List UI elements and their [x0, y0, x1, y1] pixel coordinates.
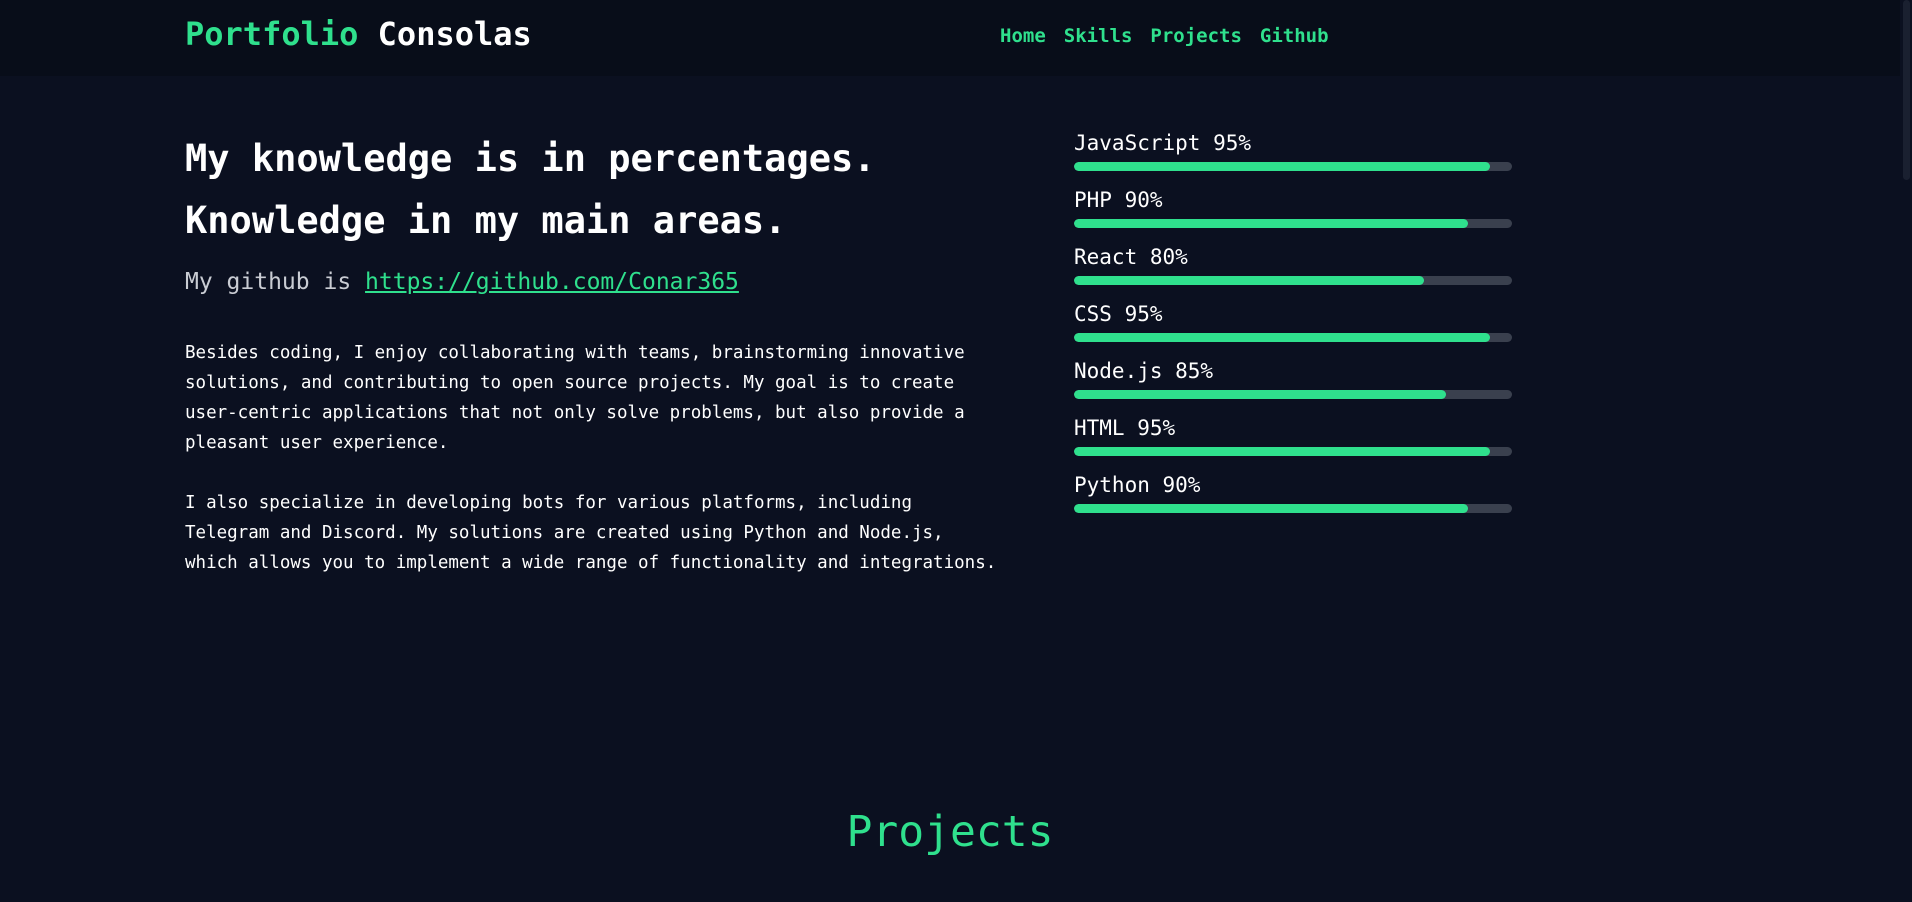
- brand-logo[interactable]: Portfolio Consolas: [185, 14, 532, 54]
- brand-second-word: Consolas: [377, 15, 532, 53]
- about-section: My knowledge is in percentages. Knowledg…: [185, 128, 1045, 578]
- headline-line-2: Knowledge in my main areas.: [185, 199, 787, 242]
- headline-line-1: My knowledge is in percentages.: [185, 137, 876, 180]
- skill-item: HTML 95%: [1074, 413, 1512, 470]
- about-paragraph-2: I also specialize in developing bots for…: [185, 493, 997, 573]
- skill-progress-track: [1074, 390, 1512, 399]
- skill-item: Python 90%: [1074, 470, 1512, 527]
- skill-progress-fill: [1074, 333, 1491, 342]
- skill-progress-fill: [1074, 390, 1447, 399]
- skill-progress-track: [1074, 219, 1512, 228]
- skills-list: JavaScript 95% PHP 90% React 80% CSS 95%…: [1074, 128, 1512, 527]
- skill-label: HTML 95%: [1074, 416, 1176, 440]
- nav-github-link[interactable]: Github: [1260, 23, 1329, 49]
- scrollbar-thumb[interactable]: [1903, 0, 1910, 180]
- skill-label: PHP 90%: [1074, 188, 1163, 212]
- skill-progress-track: [1074, 276, 1512, 285]
- skill-progress-track: [1074, 333, 1512, 342]
- nav-skills-link[interactable]: Skills: [1064, 23, 1133, 49]
- skill-item: Node.js 85%: [1074, 356, 1512, 413]
- skill-label: JavaScript 95%: [1074, 131, 1252, 155]
- skill-label: Node.js 85%: [1074, 359, 1214, 383]
- skill-item: React 80%: [1074, 242, 1512, 299]
- top-navbar: Portfolio Consolas Home Skills Projects …: [0, 0, 1912, 76]
- skill-progress-track: [1074, 162, 1512, 171]
- about-paragraph-1: Besides coding, I enjoy collaborating wi…: [185, 343, 965, 453]
- skill-progress-track: [1074, 447, 1512, 456]
- nav-home-link[interactable]: Home: [1000, 23, 1046, 49]
- github-profile-link[interactable]: https://github.com/Conar365: [365, 269, 739, 295]
- skill-progress-fill: [1074, 504, 1469, 513]
- skill-item: JavaScript 95%: [1074, 128, 1512, 185]
- skill-progress-fill: [1074, 447, 1491, 456]
- skill-item: CSS 95%: [1074, 299, 1512, 356]
- skill-item: PHP 90%: [1074, 185, 1512, 242]
- skill-label: React 80%: [1074, 245, 1188, 269]
- github-prefix: My github is: [185, 269, 352, 295]
- skill-progress-fill: [1074, 219, 1469, 228]
- brand-first-word: Portfolio: [185, 15, 359, 53]
- skill-label: Python 90%: [1074, 473, 1201, 497]
- main-nav: Home Skills Projects Github: [1000, 23, 1329, 49]
- skill-progress-track: [1074, 504, 1512, 513]
- projects-section-title: Projects: [846, 806, 1054, 857]
- skill-progress-fill: [1074, 276, 1425, 285]
- github-line: My github is https://github.com/Conar365: [185, 266, 1045, 298]
- skill-progress-fill: [1074, 162, 1491, 171]
- nav-projects-link[interactable]: Projects: [1150, 23, 1242, 49]
- skill-label: CSS 95%: [1074, 302, 1163, 326]
- page-scrollbar[interactable]: [1900, 0, 1912, 902]
